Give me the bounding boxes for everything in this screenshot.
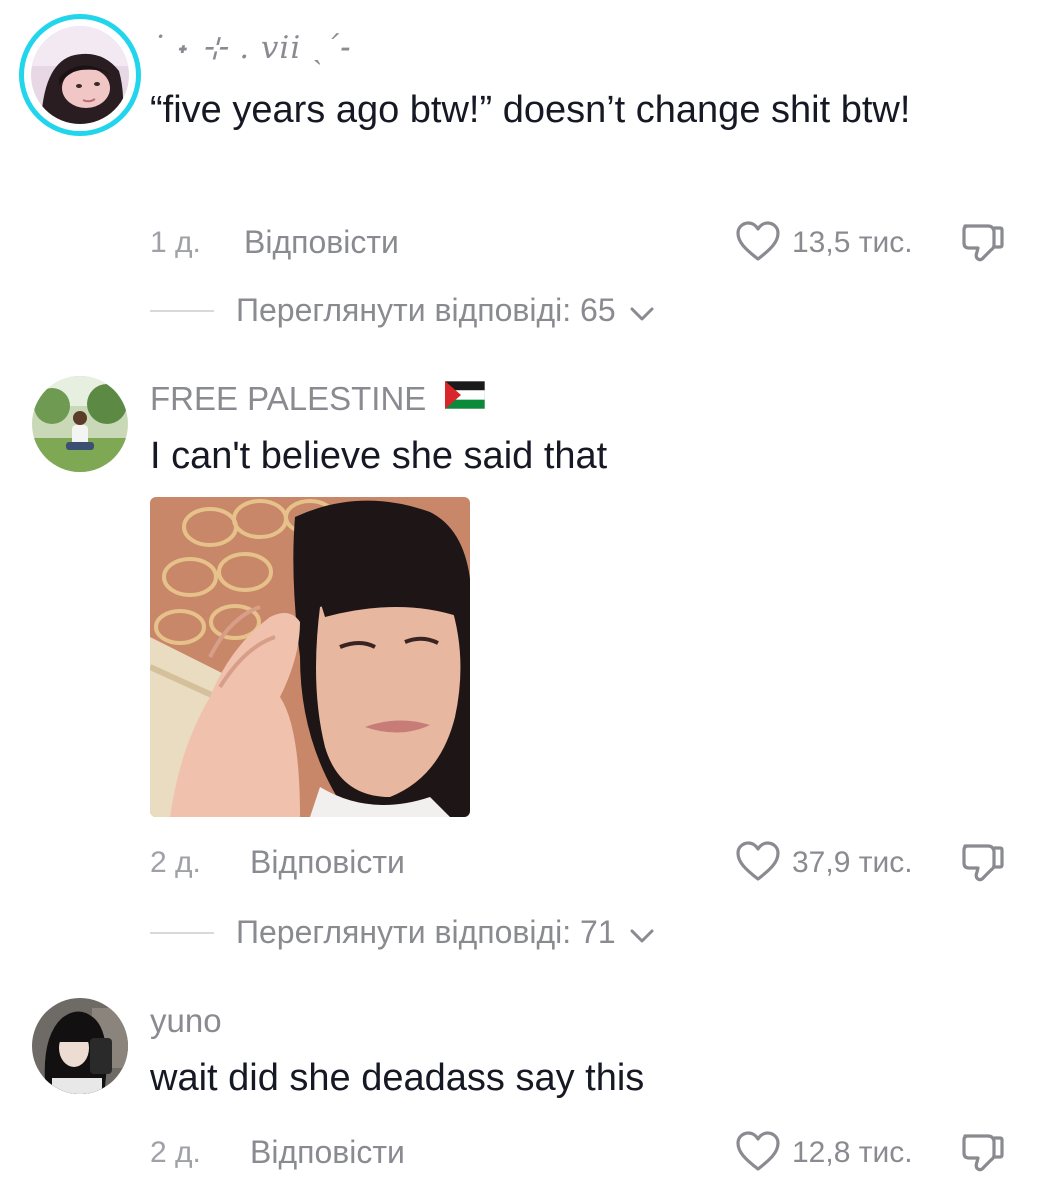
comment-timestamp: 1 д. bbox=[150, 226, 201, 259]
view-replies: Переглянути відповіді: 71 bbox=[0, 910, 1050, 954]
avatar[interactable] bbox=[32, 998, 128, 1094]
comment-username[interactable]: yuno bbox=[150, 1002, 222, 1040]
view-replies: Переглянути відповіді: 65 bbox=[0, 288, 1050, 332]
heart-icon[interactable] bbox=[735, 220, 781, 262]
comment-actions: 2 д. Відповісти 37,9 тис. bbox=[0, 838, 1050, 888]
reply-button[interactable]: Відповісти bbox=[250, 1134, 405, 1171]
like-count: 37,9 тис. bbox=[792, 846, 913, 879]
heart-icon[interactable] bbox=[735, 1130, 781, 1172]
chevron-down-icon bbox=[629, 916, 655, 953]
heart-icon[interactable] bbox=[735, 840, 781, 882]
like-count: 12,8 тис. bbox=[792, 1136, 913, 1169]
view-replies-button[interactable]: Переглянути відповіді: 65 bbox=[236, 292, 655, 331]
like-count: 13,5 тис. bbox=[792, 226, 913, 259]
reply-button[interactable]: Відповісти bbox=[250, 844, 405, 881]
comment-timestamp: 2 д. bbox=[150, 1136, 201, 1169]
view-replies-label: Переглянути відповіді: 71 bbox=[236, 914, 616, 950]
thumbs-down-icon[interactable] bbox=[960, 1130, 1006, 1176]
thumbs-down-icon[interactable] bbox=[960, 220, 1006, 266]
view-replies-label: Переглянути відповіді: 65 bbox=[236, 292, 616, 328]
divider-line bbox=[150, 932, 214, 934]
comment-actions: 2 д. Відповісти 12,8 тис. bbox=[0, 1128, 1050, 1178]
comment-text: I can't believe she said that bbox=[150, 435, 608, 477]
view-replies-button[interactable]: Переглянути відповіді: 71 bbox=[236, 914, 655, 953]
comment-attached-image[interactable] bbox=[150, 497, 470, 817]
avatar[interactable] bbox=[31, 26, 129, 124]
comment-text: “five years ago btw!” doesn’t change shi… bbox=[150, 89, 911, 131]
username-text: FREE PALESTINE bbox=[150, 380, 427, 417]
comment-text: wait did she deadass say this bbox=[150, 1057, 645, 1099]
comment-timestamp: 2 д. bbox=[150, 846, 201, 879]
reply-button[interactable]: Відповісти bbox=[244, 224, 399, 261]
palestine-flag-icon bbox=[445, 379, 486, 417]
comment-actions: 1 д. Відповісти 13,5 тис. bbox=[0, 218, 1050, 268]
chevron-down-icon bbox=[629, 294, 655, 331]
comment-username[interactable]: ˙ ˖ ⊹ . vii ˎˊ˗ bbox=[150, 30, 353, 66]
divider-line bbox=[150, 310, 214, 312]
comment-username[interactable]: FREE PALESTINE bbox=[150, 379, 486, 420]
comment-item: yuno wait did she deadass say this 2 д. … bbox=[0, 990, 1050, 1200]
thumbs-down-icon[interactable] bbox=[960, 840, 1006, 886]
avatar[interactable] bbox=[32, 376, 128, 472]
comment-item: ˙ ˖ ⊹ . vii ˎˊ˗ “five years ago btw!” do… bbox=[0, 0, 1050, 340]
comment-item: FREE PALESTINE I can't believe she said … bbox=[0, 360, 1050, 970]
